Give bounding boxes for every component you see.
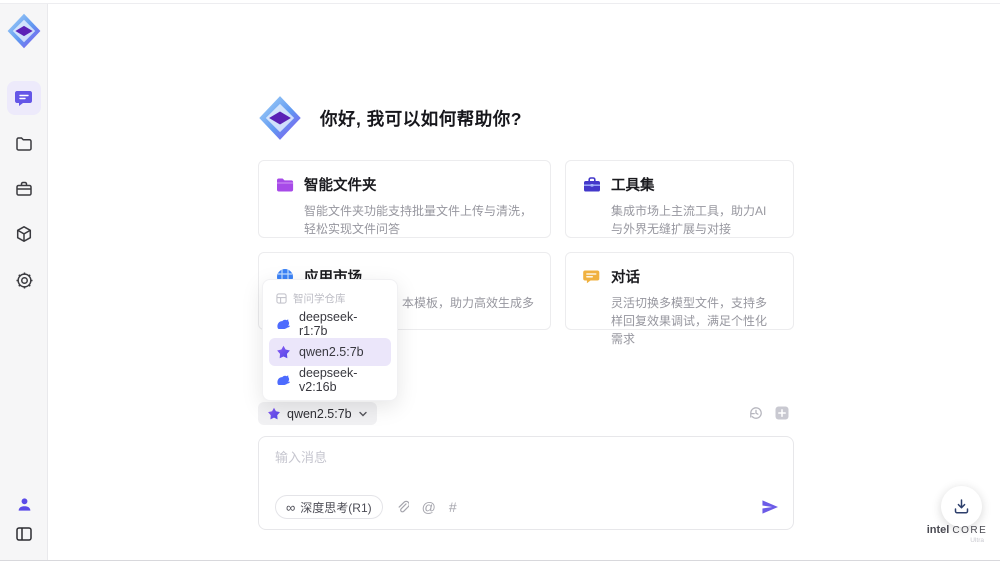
model-option-deepseek-r1[interactable]: deepseek-r1:7b [269, 310, 391, 338]
send-icon [762, 500, 778, 514]
composer-toolbar: ∞ 深度思考(R1) @ # [275, 494, 779, 520]
cube-icon [16, 226, 32, 242]
dropdown-header-label: 智问学仓库 [293, 292, 346, 305]
panel-layout-icon [16, 527, 32, 541]
mention-button[interactable]: @ [422, 500, 436, 514]
bottom-divider [0, 560, 1000, 561]
card-title: 工具集 [611, 178, 655, 194]
app-logo-icon [5, 10, 43, 52]
intel-wordmark: intel [926, 524, 950, 536]
model-selector[interactable]: qwen2.5:7b [258, 402, 377, 425]
history-button[interactable] [748, 405, 764, 421]
model-option-label: deepseek-r1:7b [299, 310, 358, 338]
card-desc: 灵活切换多模型文件，支持多样回复效果调试，满足个性化需求 [611, 296, 768, 346]
sidebar [0, 4, 48, 560]
chat-bubble-icon [583, 270, 600, 283]
model-selector-label: qwen2.5:7b [287, 406, 352, 421]
sidebar-item-account[interactable] [7, 487, 41, 521]
dropdown-header: 智问学仓库 [269, 286, 391, 310]
core-wordmark: CORE [952, 525, 988, 536]
repo-box-icon [276, 292, 287, 304]
model-option-deepseek-v2[interactable]: deepseek-v2:16b [269, 366, 391, 394]
gear-icon [15, 271, 33, 289]
card-smart-folder[interactable]: 智能文件夹 智能文件夹功能支持批量文件上传与清洗，轻松实现文件问答 [258, 160, 552, 238]
greeting-title: 你好, 我可以如何帮助你? [320, 108, 522, 129]
message-input[interactable] [275, 447, 777, 491]
message-composer: ∞ 深度思考(R1) @ # [258, 436, 794, 530]
qwen-star-icon [268, 407, 280, 419]
sidebar-item-settings[interactable] [7, 263, 41, 297]
card-title: 对话 [611, 270, 641, 286]
hash-icon: # [448, 499, 457, 515]
toolbox-icon [584, 176, 601, 191]
user-icon [18, 497, 30, 511]
card-desc: 智能文件夹功能支持批量文件上传与清洗，轻松实现文件问答 [304, 204, 533, 236]
app-window: 你好, 我可以如何帮助你? 智能文件夹 智能文件夹功能支持批量文件上传与清洗，轻… [0, 0, 1000, 563]
download-icon [954, 499, 969, 514]
deepseek-whale-icon [277, 319, 291, 329]
model-option-label: deepseek-v2:16b [299, 366, 358, 394]
model-option-label: qwen2.5:7b [299, 345, 364, 359]
infinity-icon: ∞ [286, 499, 296, 515]
deep-think-label: 深度思考(R1) [300, 500, 372, 515]
model-dropdown: 智问学仓库 deepseek-r1:7b qwen2.5:7b deepseek… [262, 279, 398, 401]
new-chat-button[interactable] [774, 405, 790, 421]
sidebar-item-toolset[interactable] [7, 172, 41, 206]
prompt-library-button[interactable]: # [449, 500, 457, 514]
model-option-qwen[interactable]: qwen2.5:7b [269, 338, 391, 366]
card-dialogue[interactable]: 对话 灵活切换多模型文件，支持多样回复效果调试，满足个性化需求 [565, 252, 794, 346]
sidebar-item-appmarket[interactable] [7, 217, 41, 251]
greeting: 你好, 我可以如何帮助你? [256, 94, 522, 142]
send-button[interactable] [761, 499, 779, 515]
folder-icon [16, 137, 32, 151]
deep-think-toggle[interactable]: ∞ 深度思考(R1) [275, 495, 383, 519]
deepseek-whale-icon [277, 375, 291, 385]
folder-purple-icon [277, 178, 294, 191]
sidebar-item-collapse[interactable] [7, 517, 41, 551]
card-title: 智能文件夹 [304, 178, 377, 194]
qwen-star-icon [277, 345, 290, 358]
plus-square-icon [775, 406, 789, 420]
at-icon: @ [421, 499, 436, 515]
intel-ultra-label: Ultra [970, 537, 984, 544]
top-divider [0, 3, 1000, 4]
sidebar-item-folders[interactable] [7, 127, 41, 161]
intel-core-logo: intel CORE Ultra [926, 524, 988, 544]
card-toolset[interactable]: 工具集 集成市场上主流工具，助力AI与外界无缝扩展与对接 [565, 160, 794, 238]
chat-actions [748, 405, 790, 421]
briefcase-icon [16, 181, 32, 196]
history-icon [750, 407, 762, 419]
card-desc: 集成市场上主流工具，助力AI与外界无缝扩展与对接 [611, 204, 767, 236]
chevron-down-icon [358, 411, 367, 416]
paperclip-icon [398, 500, 409, 513]
sidebar-item-chat[interactable] [7, 81, 41, 115]
chat-icon [14, 90, 32, 106]
assistant-logo-icon [256, 94, 304, 142]
download-fab[interactable] [941, 486, 982, 527]
attach-file-button[interactable] [396, 500, 409, 514]
